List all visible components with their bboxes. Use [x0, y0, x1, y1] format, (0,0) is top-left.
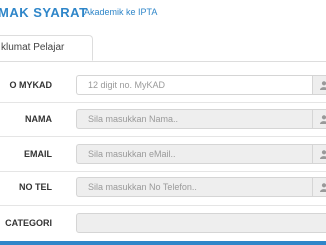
- bottom-accent-bar: [0, 241, 326, 245]
- notel-addon: [312, 177, 326, 197]
- header: MAK SYARAT Akademik ke IPTA: [0, 0, 326, 30]
- row-divider: [0, 136, 326, 137]
- form-row-kategori: CATEGORI: [0, 213, 326, 233]
- user-icon: [320, 183, 326, 192]
- mykad-addon: [312, 75, 326, 95]
- email-label: EMAIL: [24, 149, 52, 159]
- mykad-label: O MYKAD: [9, 80, 53, 90]
- nama-addon: [312, 109, 326, 129]
- form-row-mykad: O MYKAD: [0, 75, 326, 95]
- user-icon: [320, 81, 326, 90]
- user-icon: [320, 150, 326, 159]
- email-addon: [312, 144, 326, 164]
- form-row-notel: NO TEL: [0, 177, 326, 197]
- page: MAK SYARAT Akademik ke IPTA klumat Pelaj…: [0, 0, 326, 245]
- notel-label: NO TEL: [19, 182, 52, 192]
- nama-label: NAMA: [25, 114, 52, 124]
- form-row-email: EMAIL: [0, 144, 326, 164]
- notel-input[interactable]: [76, 177, 312, 197]
- tab-maklumat-pelajar[interactable]: klumat Pelajar: [0, 35, 93, 61]
- tab-bar: klumat Pelajar: [0, 35, 326, 62]
- row-divider: [0, 102, 326, 103]
- app-subtitle: Akademik ke IPTA: [84, 7, 158, 17]
- row-divider: [0, 171, 326, 172]
- email-input[interactable]: [76, 144, 312, 164]
- row-divider: [0, 205, 326, 206]
- kategori-select[interactable]: [76, 213, 326, 233]
- app-title: MAK SYARAT: [0, 5, 88, 20]
- nama-input[interactable]: [76, 109, 312, 129]
- mykad-input[interactable]: [76, 75, 312, 95]
- user-icon: [320, 115, 326, 124]
- form-row-nama: NAMA: [0, 109, 326, 129]
- kategori-label: CATEGORI: [5, 218, 52, 228]
